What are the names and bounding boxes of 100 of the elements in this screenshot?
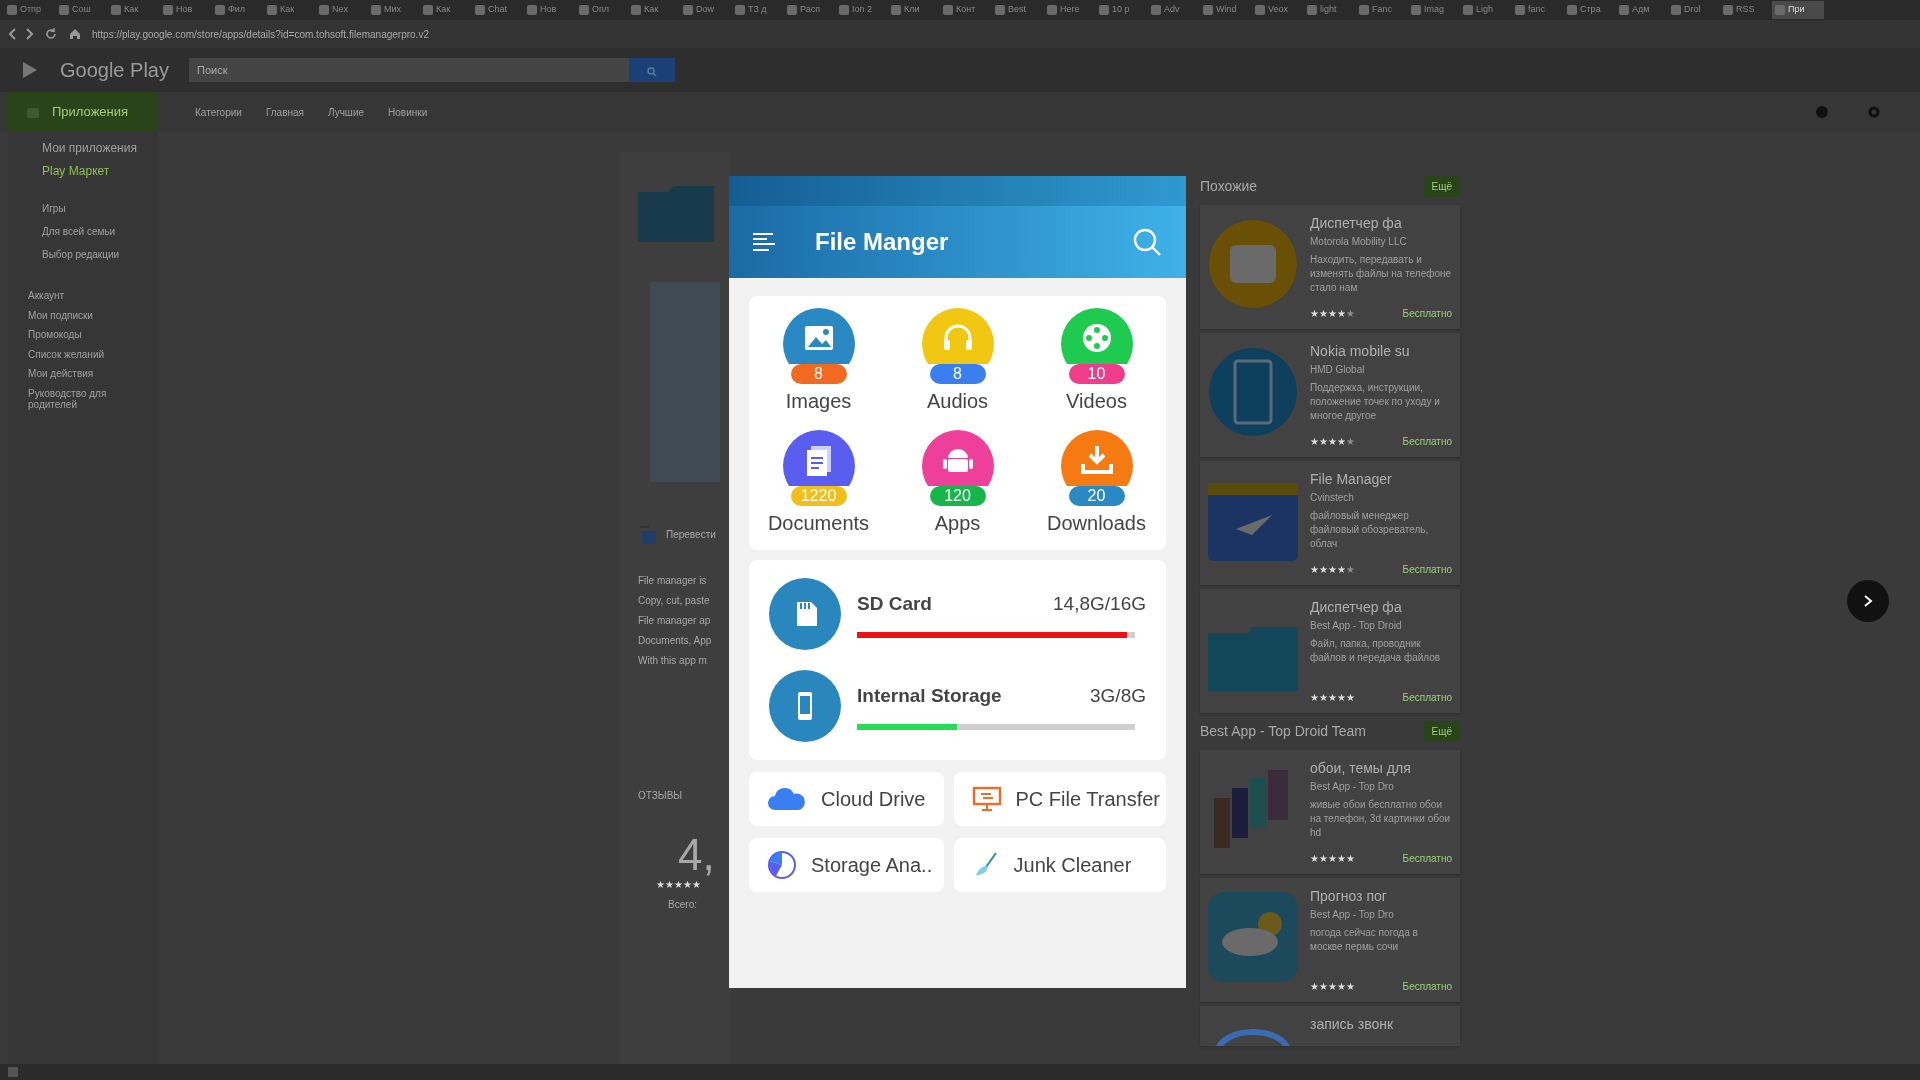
browser-tab[interactable]: Расп bbox=[784, 1, 836, 19]
nav-link[interactable]: Новинки bbox=[388, 104, 428, 120]
category-label[interactable]: Images bbox=[785, 386, 852, 416]
browser-tab[interactable]: Конт bbox=[940, 1, 992, 19]
tool-tile[interactable]: Cloud Drive bbox=[749, 772, 944, 826]
browser-tab[interactable]: RSS bbox=[1720, 1, 1772, 19]
storage-name[interactable]: Internal Storage bbox=[857, 681, 1002, 711]
app-title: обои, темы для bbox=[1310, 759, 1412, 778]
tool-tile[interactable]: Storage Ana.. bbox=[749, 838, 944, 892]
search-button[interactable] bbox=[628, 58, 675, 82]
reload-icon[interactable] bbox=[44, 27, 58, 41]
sidebar-item[interactable]: Мои действия bbox=[8, 368, 158, 380]
search-field[interactable]: Поиск bbox=[188, 58, 629, 82]
browser-tab[interactable]: Imag bbox=[1408, 1, 1460, 19]
nav-link[interactable]: Лучшие bbox=[328, 104, 365, 120]
browser-tab[interactable]: Нов bbox=[160, 1, 212, 19]
sidebar-item[interactable]: Для всей семьи bbox=[8, 224, 158, 240]
browser-tab[interactable]: Nex bbox=[316, 1, 368, 19]
browser-tab[interactable]: Adv bbox=[1148, 1, 1200, 19]
browser-tab[interactable]: Сош bbox=[56, 1, 108, 19]
weather-icon bbox=[1208, 892, 1298, 982]
search-icon bbox=[646, 66, 657, 77]
browser-tab[interactable]: Dow bbox=[680, 1, 732, 19]
nav-link[interactable]: Главная bbox=[265, 104, 304, 120]
sidebar-item[interactable]: Руководство для родителей bbox=[8, 387, 158, 411]
app-icon bbox=[1208, 219, 1298, 309]
browser-tab[interactable]: 10 р bbox=[1096, 1, 1148, 19]
star-icon: ★ bbox=[1337, 306, 1346, 321]
apps-button[interactable]: Приложения bbox=[8, 92, 157, 132]
more-button[interactable]: Ещё bbox=[1423, 176, 1460, 197]
next-button[interactable] bbox=[1847, 580, 1889, 622]
browser-tab[interactable]: fanc bbox=[1512, 1, 1564, 19]
folder-icon bbox=[638, 186, 714, 242]
star-icon: ★ bbox=[1337, 690, 1346, 705]
browser-tab[interactable]: Адм bbox=[1616, 1, 1668, 19]
star-icon: ★ bbox=[1346, 851, 1355, 866]
browser-tab[interactable]: Ligh bbox=[1460, 1, 1512, 19]
home-icon[interactable] bbox=[68, 27, 82, 41]
browser-tab[interactable]: Мих bbox=[368, 1, 420, 19]
category-label[interactable]: Audios bbox=[926, 386, 989, 416]
browser-tab[interactable]: Стра bbox=[1564, 1, 1616, 19]
browser-tab[interactable]: light bbox=[1304, 1, 1356, 19]
browser-tab[interactable]: Как bbox=[264, 1, 316, 19]
app-card[interactable]: Прогноз пог Best App - Top Dro погода сейчас погода в москве пермь сочи ★★★★★ Бесплатно bbox=[1200, 878, 1460, 1002]
browser-tab[interactable]: Drol bbox=[1668, 1, 1720, 19]
browser-tab[interactable]: ТЗ д bbox=[732, 1, 784, 19]
tool-tile[interactable]: Junk Cleaner bbox=[953, 838, 1166, 892]
star-icon: ★ bbox=[656, 877, 665, 892]
sidebar-item[interactable]: Выбор редакции bbox=[8, 247, 158, 263]
category-icon[interactable] bbox=[921, 430, 994, 486]
browser-tab[interactable]: Chat bbox=[472, 1, 524, 19]
category-label[interactable]: Videos bbox=[1066, 386, 1127, 416]
star-icon: ★ bbox=[1328, 306, 1337, 321]
storage-name[interactable]: SD Card bbox=[857, 589, 932, 619]
nav-link[interactable]: Категории bbox=[195, 104, 242, 120]
category-label[interactable]: Apps bbox=[934, 508, 981, 538]
sidebar-item[interactable]: Мои подписки bbox=[8, 309, 158, 322]
rating-value: 4, bbox=[678, 833, 716, 877]
sidebar-item[interactable]: Аккаунт bbox=[8, 290, 158, 302]
count-badge: 10 bbox=[1068, 364, 1125, 384]
app-card[interactable]: обои, темы для Best App - Top Dro живые обои бесплатно обои на телефон, 3d картинки обои hd ★★★★★ Бесплатно bbox=[1200, 750, 1460, 874]
app-card[interactable]: Диспетчер фа Best App - Top Droid Файл, папка, проводник файлов и передача файлов ★★★★★ Бесплатно bbox=[1200, 589, 1460, 713]
app-card[interactable]: Nokia mobile su HMD Global Поддержка, инструкции, положение точек по уходу и многое другое ★★★★★ Бесплатно bbox=[1200, 333, 1460, 457]
browser-tab[interactable]: Отпр bbox=[4, 1, 56, 19]
more-button[interactable]: Ещё bbox=[1423, 721, 1460, 742]
category-icon[interactable] bbox=[1060, 430, 1133, 486]
browser-tab[interactable]: Опл bbox=[576, 1, 628, 19]
sidebar-item[interactable]: Игры bbox=[8, 201, 158, 217]
star-icon: ★ bbox=[1319, 690, 1328, 705]
browser-tab[interactable]: Кли bbox=[888, 1, 940, 19]
browser-tab[interactable]: Ion 2 bbox=[836, 1, 888, 19]
back-icon[interactable] bbox=[8, 28, 16, 40]
sidebar-item[interactable]: Промокоды bbox=[8, 329, 158, 341]
browser-tab[interactable]: При bbox=[1772, 1, 1824, 19]
sidebar-item[interactable]: Play Маркет bbox=[42, 164, 158, 178]
app-card[interactable]: File Manager Cvinstech файловый менеджер файловый обозреватель, облач ★★★★★ Бесплатно bbox=[1200, 461, 1460, 585]
browser-tab[interactable]: Best bbox=[992, 1, 1044, 19]
app-card[interactable]: Диспетчер фа Motorola Mobility LLC Находить, передавать и изменять файлы на телефоне стало нам ★★★★★ Бесплатно bbox=[1200, 205, 1460, 329]
forward-icon[interactable] bbox=[26, 28, 34, 40]
app-card[interactable]: запись звонк bbox=[1200, 1006, 1460, 1046]
tool-tile[interactable]: PC File Transfer bbox=[953, 772, 1166, 826]
translate-link[interactable]: Перевести bbox=[666, 527, 716, 542]
sidebar-item[interactable]: Список желаний bbox=[8, 348, 158, 361]
browser-tab[interactable]: Фил bbox=[212, 1, 264, 19]
browser-tab[interactable]: Veox bbox=[1252, 1, 1304, 19]
sidebar-item[interactable]: Мои приложения bbox=[42, 142, 158, 155]
browser-tab[interactable]: Нов bbox=[524, 1, 576, 19]
browser-tab[interactable]: Как bbox=[108, 1, 160, 19]
category-label[interactable]: Downloads bbox=[1047, 508, 1146, 538]
browser-tab[interactable]: Wind bbox=[1200, 1, 1252, 19]
category-label[interactable]: Documents bbox=[767, 508, 870, 538]
browser-tab[interactable]: Fanc bbox=[1356, 1, 1408, 19]
browser-tab[interactable]: Как bbox=[420, 1, 472, 19]
star-icon: ★ bbox=[1319, 306, 1328, 321]
star-icon: ★ bbox=[674, 877, 683, 892]
browser-tab[interactable]: Here bbox=[1044, 1, 1096, 19]
count-badge: 8 bbox=[929, 364, 986, 384]
star-icon: ★ bbox=[1310, 434, 1319, 449]
browser-tab[interactable]: Как bbox=[628, 1, 680, 19]
monitor-icon bbox=[971, 786, 1002, 812]
